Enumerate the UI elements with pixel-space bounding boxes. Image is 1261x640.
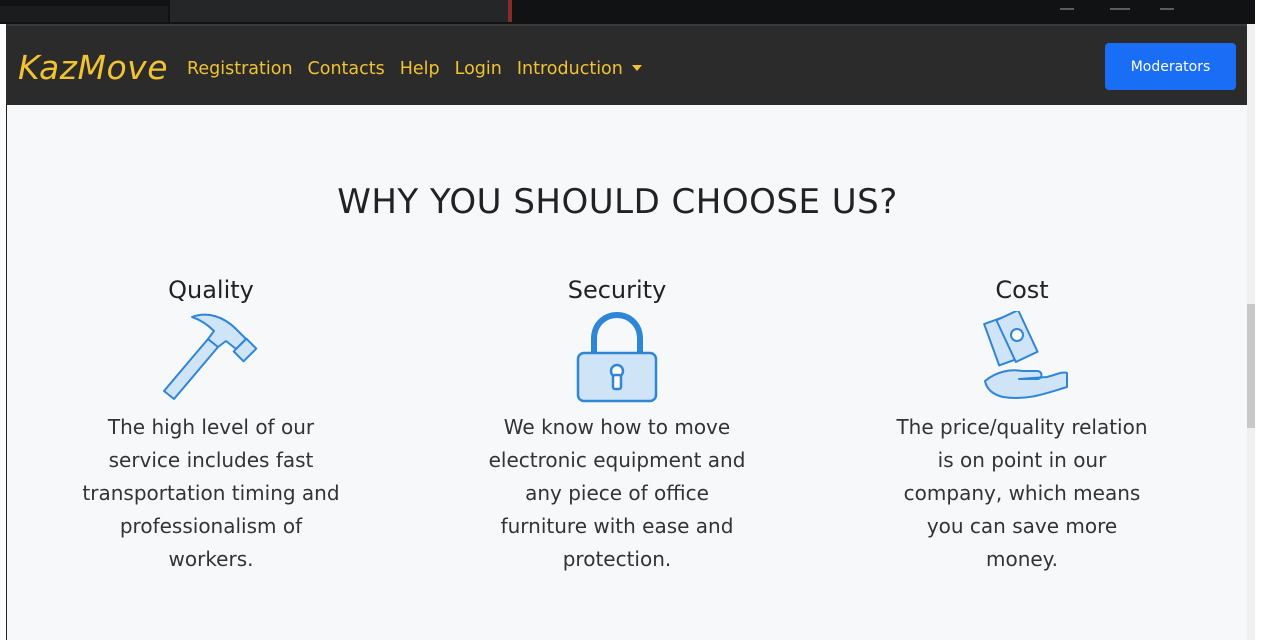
- scrollbar-thumb[interactable]: [1247, 304, 1255, 428]
- nav-dropdown-label: Introduction: [516, 59, 623, 79]
- nav-dropdown-introduction[interactable]: Introduction: [517, 57, 642, 81]
- window-control: [1110, 8, 1130, 10]
- video-thumbnail: [170, 0, 512, 22]
- feature-security: Security We know how to move electronic …: [457, 275, 777, 576]
- vertical-scrollbar[interactable]: [1247, 24, 1255, 640]
- browser-top-strip: [0, 0, 1255, 24]
- main-content: WHY YOU SHOULD CHOOSE US? Quality The hi…: [6, 105, 1248, 640]
- nav-link-registration[interactable]: Registration: [187, 57, 293, 81]
- nav-link-contacts[interactable]: Contacts: [308, 57, 385, 81]
- feature-title: Security: [567, 276, 667, 304]
- nav-links: Registration Contacts Help Login Introdu…: [187, 57, 657, 81]
- caret-down-icon: [631, 64, 642, 71]
- window-edge: [1255, 0, 1261, 640]
- hammer-icon: [163, 313, 258, 400]
- nav-link-login[interactable]: Login: [455, 57, 502, 81]
- feature-cost: Cost The price/quality relation is on po…: [862, 275, 1182, 576]
- feature-description: We know how to move electronic equipment…: [488, 415, 746, 571]
- feature-title: Quality: [168, 276, 254, 304]
- window-control: [1160, 8, 1174, 10]
- window-control: [1060, 8, 1074, 10]
- feature-description: The high level of our service includes f…: [82, 415, 340, 571]
- section-heading: WHY YOU SHOULD CHOOSE US?: [337, 182, 898, 222]
- moderators-button[interactable]: Moderators: [1105, 43, 1236, 90]
- video-thumbnail-left: [0, 6, 168, 22]
- main-navbar: KazMove Registration Contacts Help Login…: [6, 24, 1247, 105]
- feature-title: Cost: [995, 276, 1049, 304]
- feature-quality: Quality The high level of our service in…: [51, 275, 371, 576]
- nav-link-help[interactable]: Help: [400, 57, 440, 81]
- money-hand-icon: [983, 311, 1068, 400]
- feature-description: The price/quality relation is on point i…: [896, 415, 1148, 571]
- brand-logo[interactable]: KazMove: [18, 48, 168, 88]
- padlock-icon: [576, 311, 658, 403]
